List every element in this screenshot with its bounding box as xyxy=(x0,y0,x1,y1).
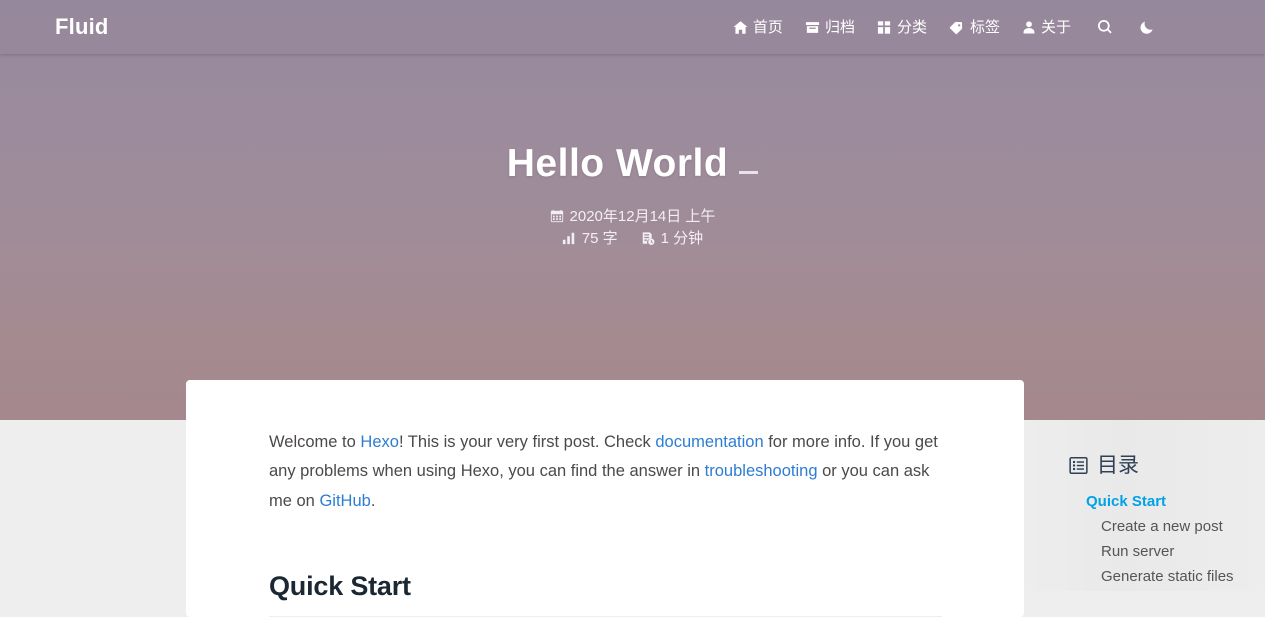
nav-item-home-label: 首页 xyxy=(752,18,783,36)
page-title-text: Hello World xyxy=(506,142,729,185)
toc-header: 目录 xyxy=(1069,455,1265,476)
link-github[interactable]: GitHub xyxy=(319,492,370,510)
post-banner: Hello World 2020年12月14日 上午 75 字 1 分钟 xyxy=(0,0,1265,420)
typing-cursor xyxy=(739,171,759,174)
list-icon xyxy=(1069,456,1088,475)
top-navbar: Fluid 首页 归档 分类 标签 关于 xyxy=(0,0,1265,54)
post-readtime: 1 分钟 xyxy=(641,229,704,247)
banner-content: Hello World 2020年12月14日 上午 75 字 1 分钟 xyxy=(0,0,1265,420)
nav-item-categories-label: 分类 xyxy=(896,18,927,36)
nav-item-tags[interactable]: 标签 xyxy=(949,20,1000,35)
link-hexo[interactable]: Hexo xyxy=(360,433,399,451)
post-readtime-text: 1 分钟 xyxy=(660,229,704,247)
clock-doc-icon xyxy=(641,231,655,246)
archive-icon xyxy=(805,20,820,35)
link-troubleshooting[interactable]: troubleshooting xyxy=(705,462,818,480)
post-date: 2020年12月14日 上午 xyxy=(550,207,716,225)
link-documentation[interactable]: documentation xyxy=(655,433,763,451)
nav-item-tags-label: 标签 xyxy=(969,18,1000,36)
calendar-icon xyxy=(550,209,564,223)
post-meta-date-row: 2020年12月14日 上午 xyxy=(550,207,716,225)
chart-icon xyxy=(562,231,576,245)
nav-item-categories[interactable]: 分类 xyxy=(877,20,927,35)
dark-mode-icon[interactable] xyxy=(1139,19,1155,35)
nav-item-archive-label: 归档 xyxy=(824,18,855,36)
post-meta: 2020年12月14日 上午 75 字 1 分钟 xyxy=(550,207,716,246)
post-intro-paragraph: Welcome to Hexo! This is your very first… xyxy=(269,428,942,516)
nav-item-about[interactable]: 关于 xyxy=(1022,20,1071,35)
toc-list: Quick Start Create a new post Run server… xyxy=(1069,489,1265,589)
home-icon xyxy=(733,20,748,35)
intro-text-1: Welcome to xyxy=(269,433,361,451)
intro-text-2: ! This is your very first post. Check xyxy=(398,433,656,451)
post-card: Welcome to Hexo! This is your very first… xyxy=(186,380,1024,617)
table-of-contents: 目录 Quick Start Create a new post Run ser… xyxy=(1069,455,1265,589)
toc-item-generate-static-files[interactable]: Generate static files xyxy=(1069,564,1265,589)
tag-icon xyxy=(949,20,965,35)
toc-title: 目录 xyxy=(1097,454,1139,477)
post-meta-stats-row: 75 字 1 分钟 xyxy=(562,231,703,246)
post-wordcount: 75 字 xyxy=(562,231,618,246)
nav-item-about-label: 关于 xyxy=(1040,18,1071,36)
toc-item-quick-start[interactable]: Quick Start xyxy=(1069,489,1265,514)
heading-quick-start: Quick Start xyxy=(269,571,411,602)
intro-text-5: . xyxy=(370,491,376,510)
post-date-text: 2020年12月14日 上午 xyxy=(569,207,716,225)
site-brand[interactable]: Fluid xyxy=(55,16,109,38)
post-wordcount-text: 75 字 xyxy=(581,229,618,247)
toc-item-run-server[interactable]: Run server xyxy=(1069,539,1265,564)
categories-icon xyxy=(877,20,892,35)
post-content: Welcome to Hexo! This is your very first… xyxy=(186,428,1024,617)
search-icon[interactable] xyxy=(1097,19,1113,35)
page-title: Hello World xyxy=(506,140,759,189)
nav-menu: 首页 归档 分类 标签 关于 xyxy=(733,19,1155,35)
nav-item-archive[interactable]: 归档 xyxy=(805,20,855,35)
user-icon xyxy=(1022,20,1036,35)
nav-item-home[interactable]: 首页 xyxy=(733,20,783,35)
toc-item-create-a-new-post[interactable]: Create a new post xyxy=(1069,514,1265,539)
